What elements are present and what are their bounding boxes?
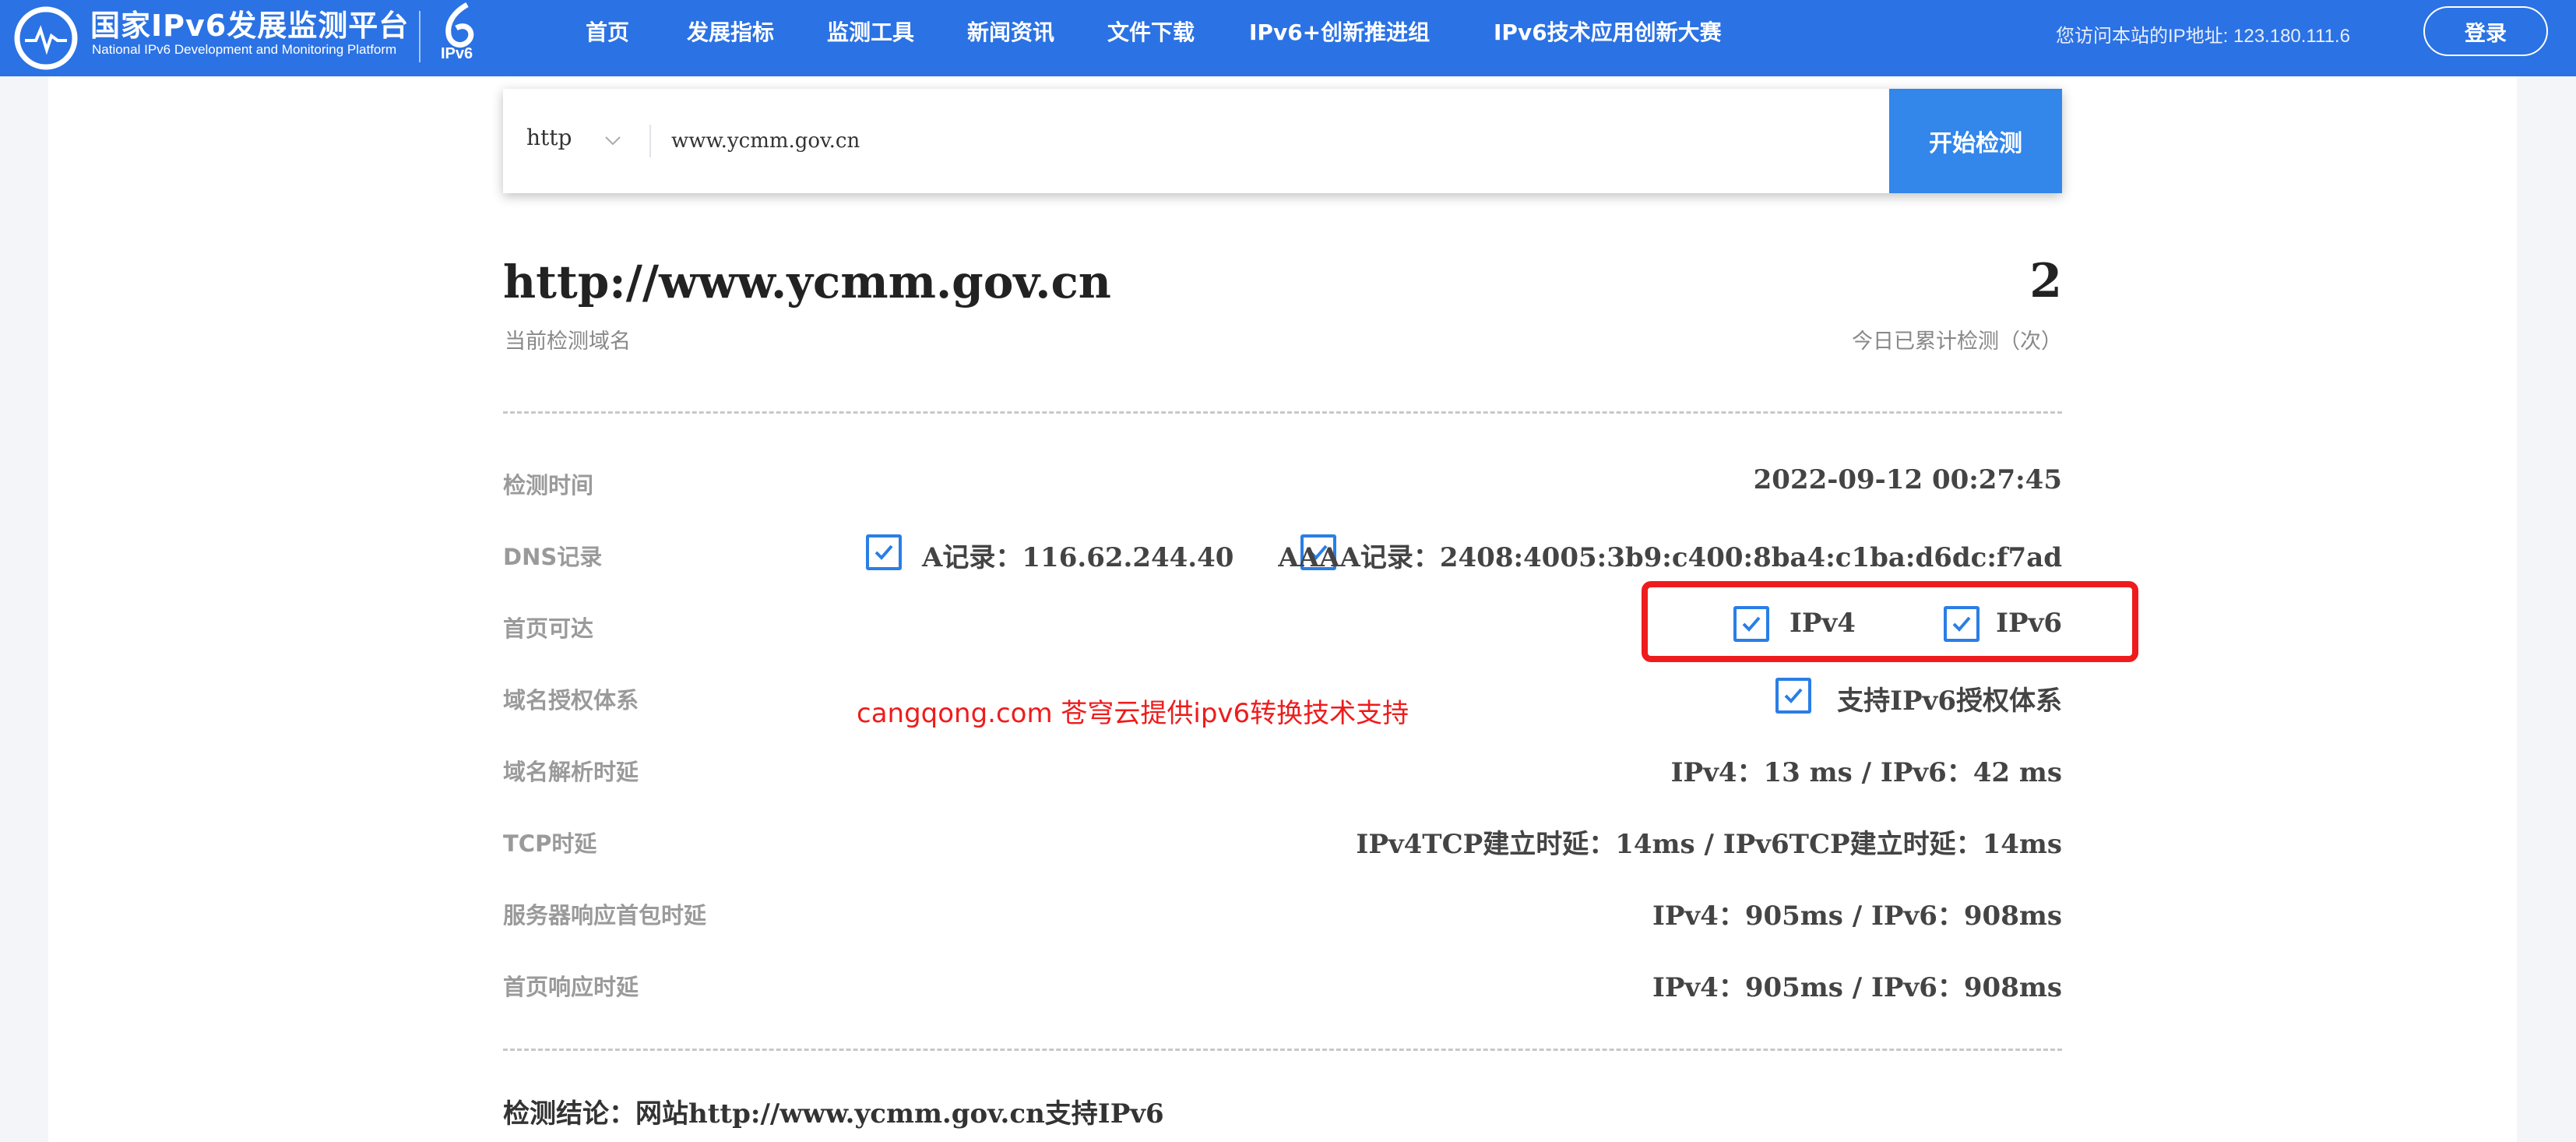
content-panel bbox=[48, 76, 2517, 1142]
nav-news[interactable]: 新闻资讯 bbox=[967, 16, 1054, 47]
site-subtitle: National IPv6 Development and Monitoring… bbox=[92, 42, 397, 57]
divider bbox=[503, 411, 2062, 414]
dns-a-record: A记录：116.62.244.40 bbox=[922, 542, 1234, 573]
logo-icon[interactable] bbox=[14, 6, 78, 70]
nav-competition[interactable]: IPv6技术应用创新大赛 bbox=[1494, 16, 1722, 47]
nav-home[interactable]: 首页 bbox=[586, 16, 629, 47]
check-count: 2 bbox=[2029, 254, 2062, 308]
auth-value: 支持IPv6授权体系 bbox=[1837, 686, 2062, 717]
watermark-text: cangqong.com 苍穹云提供ipv6转换技术支持 bbox=[857, 698, 1409, 729]
row-label-time: 检测时间 bbox=[503, 472, 594, 499]
highlight-box bbox=[1642, 581, 2138, 662]
row-label-tcp: TCP时延 bbox=[503, 830, 597, 857]
dns-latency-value: IPv4：13 ms / IPv6：42 ms bbox=[1670, 757, 2062, 788]
start-check-button[interactable]: 开始检测 bbox=[1889, 89, 2062, 193]
row-label-reach: 首页可达 bbox=[503, 615, 594, 642]
first-packet-value: IPv4：905ms / IPv6：908ms bbox=[1652, 901, 2062, 932]
chevron-down-icon[interactable] bbox=[604, 136, 621, 146]
page-latency-value: IPv4：905ms / IPv6：908ms bbox=[1652, 972, 2062, 1003]
conclusion-text: 检测结论：网站http://www.ycmm.gov.cn支持IPv6 bbox=[503, 1098, 1164, 1130]
divider bbox=[503, 1049, 2062, 1051]
protocol-select[interactable]: http bbox=[526, 125, 572, 150]
nav-tools[interactable]: 监测工具 bbox=[827, 16, 914, 47]
tcp-value: IPv4TCP建立时延：14ms / IPv6TCP建立时延：14ms bbox=[1356, 829, 2062, 860]
row-label-first-packet: 服务器响应首包时延 bbox=[503, 902, 707, 929]
checked-domain: http://www.ycmm.gov.cn bbox=[503, 256, 1111, 308]
nav-ipv6-plus[interactable]: IPv6+创新推进组 bbox=[1249, 16, 1430, 47]
row-value-time: 2022-09-12 00:27:45 bbox=[1753, 464, 2062, 495]
check-count-caption: 今日已累计检测（次） bbox=[1852, 330, 2062, 354]
check-icon bbox=[1775, 678, 1811, 714]
login-button[interactable]: 登录 bbox=[2423, 6, 2548, 56]
domain-input[interactable] bbox=[671, 117, 1878, 165]
top-header: 国家IPv6发展监测平台 National IPv6 Development a… bbox=[0, 0, 2576, 76]
site-title[interactable]: 国家IPv6发展监测平台 bbox=[90, 2, 409, 44]
ipv6-logo-label: IPv6 bbox=[441, 45, 473, 62]
search-divider bbox=[649, 125, 651, 157]
nav-indicators[interactable]: 发展指标 bbox=[687, 16, 774, 47]
check-icon bbox=[866, 534, 902, 570]
checked-domain-caption: 当前检测域名 bbox=[505, 330, 631, 354]
row-label-dns: DNS记录 bbox=[503, 544, 603, 570]
visitor-ip: 您访问本站的IP地址: 123.180.111.6 bbox=[2056, 26, 2350, 47]
logo-divider bbox=[419, 11, 421, 62]
row-label-page-latency: 首页响应时延 bbox=[503, 974, 639, 1000]
nav-downloads[interactable]: 文件下载 bbox=[1107, 16, 1195, 47]
dns-aaaa-record: AAAA记录：2408:4005:3b9:c400:8ba4:c1ba:d6dc… bbox=[1278, 542, 2062, 573]
row-label-auth: 域名授权体系 bbox=[503, 687, 639, 714]
row-label-dns-latency: 域名解析时延 bbox=[503, 759, 639, 785]
